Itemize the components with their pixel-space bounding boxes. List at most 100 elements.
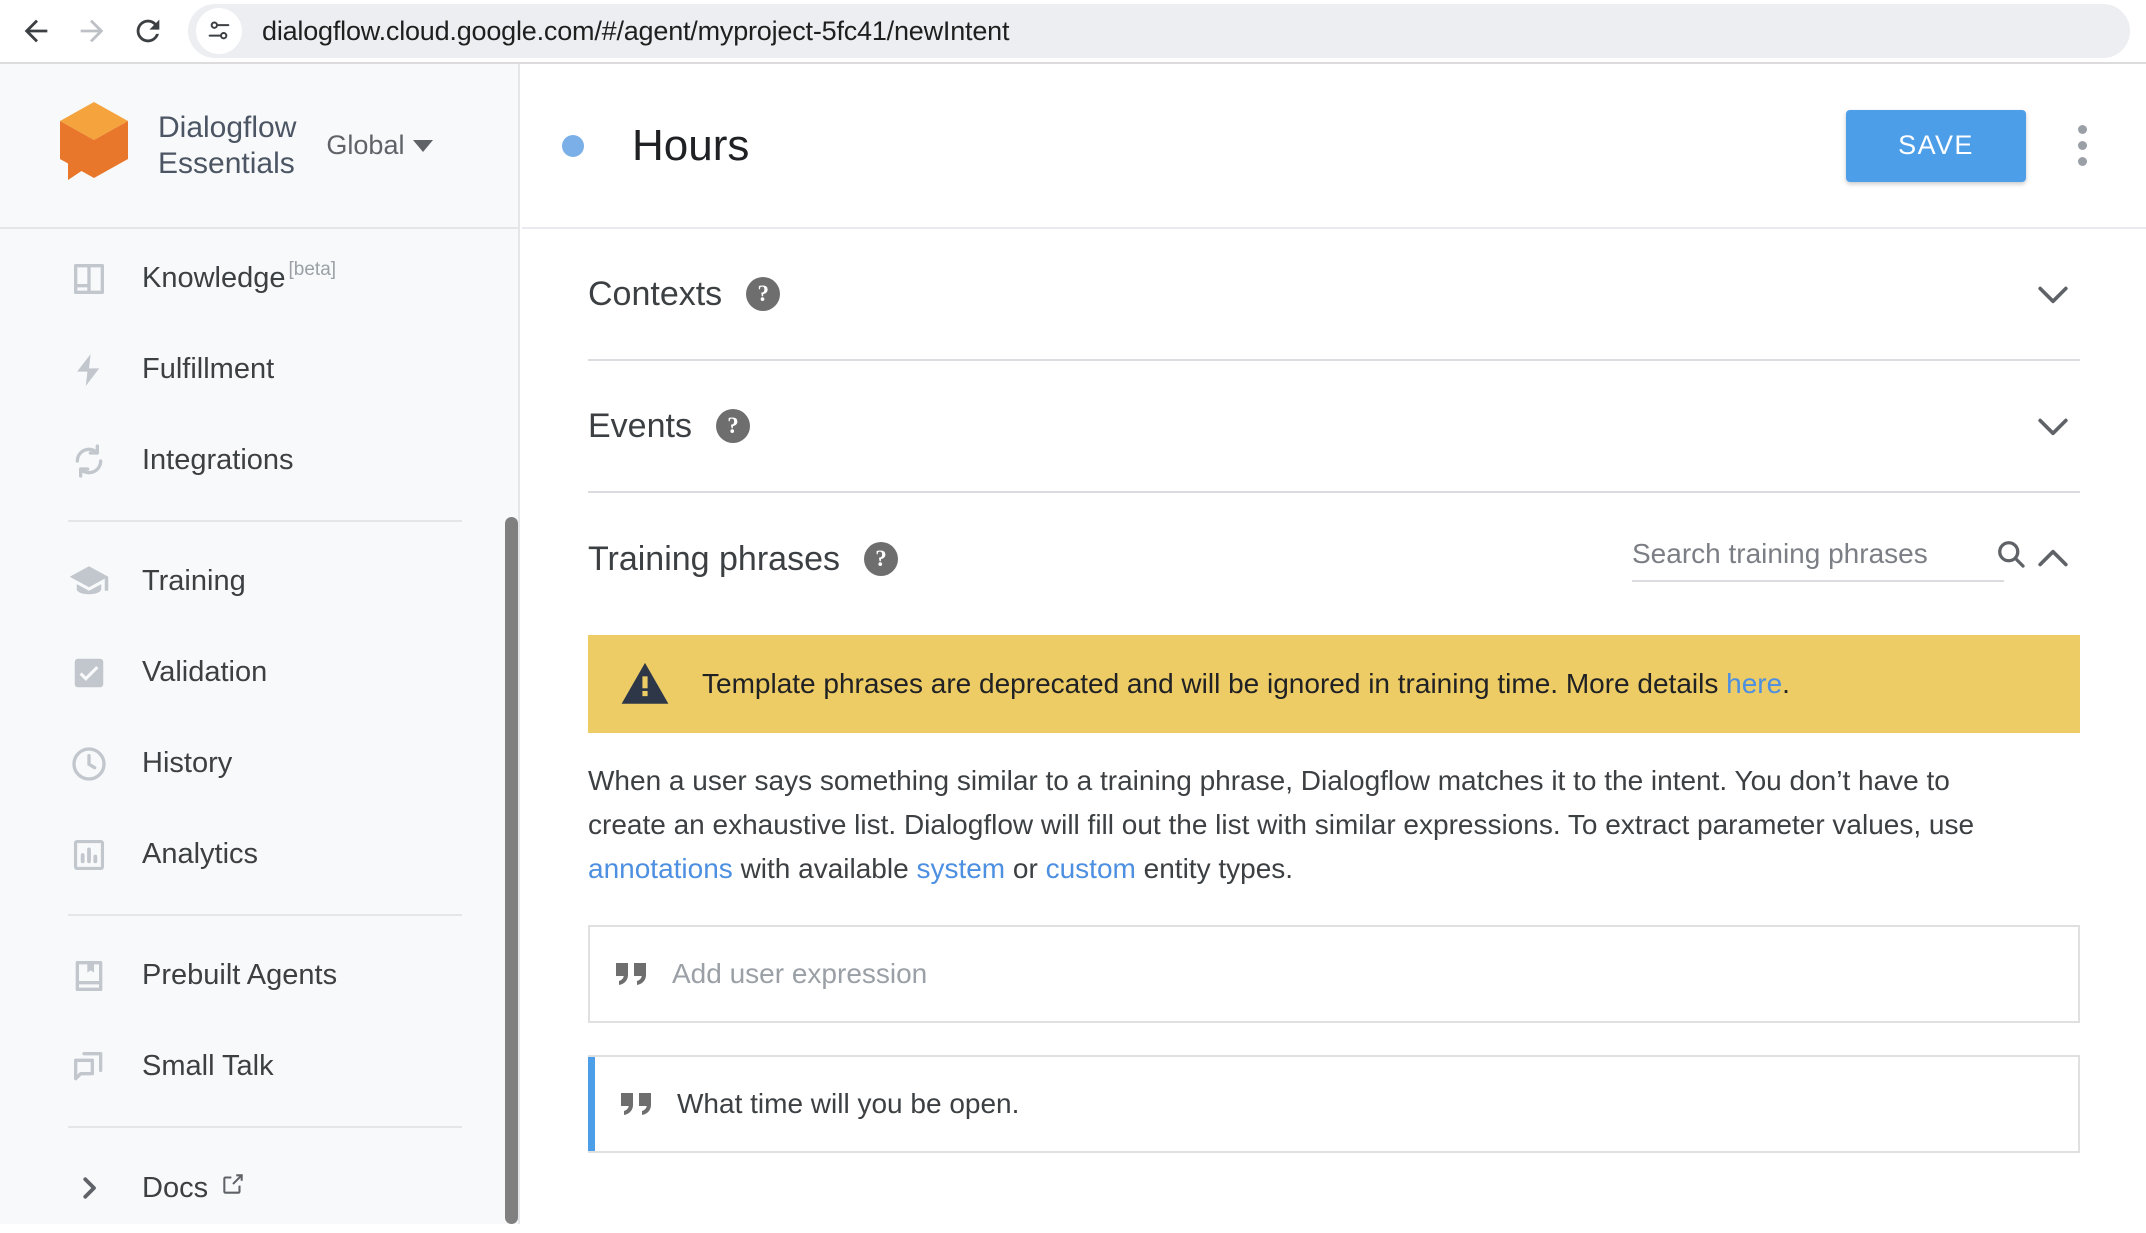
sidebar-divider: [68, 1126, 462, 1128]
add-user-expression-placeholder: Add user expression: [672, 958, 927, 990]
region-label: Global: [326, 130, 404, 161]
training-phrases-description: When a user says something similar to a …: [588, 759, 2018, 891]
sidebar-item-fulfillment[interactable]: Fulfillment: [0, 324, 518, 415]
search-icon[interactable]: [1993, 536, 2029, 572]
sidebar-item-label: Analytics: [142, 838, 258, 871]
back-arrow-icon: [19, 14, 53, 48]
sidebar-item-docs[interactable]: Docs: [0, 1142, 518, 1233]
section-contexts[interactable]: Contexts ?: [588, 229, 2080, 361]
warning-text-after: .: [1782, 668, 1790, 699]
sidebar-item-label: History: [142, 747, 232, 780]
region-selector[interactable]: Global: [326, 130, 433, 161]
sync-icon: [68, 440, 110, 482]
intent-header: Hours SAVE: [522, 64, 2146, 229]
section-title: Contexts: [588, 275, 722, 314]
intent-content: Contexts ? Events ? Training phrases ?: [522, 229, 2146, 1153]
address-bar[interactable]: dialogflow.cloud.google.com/#/agent/mypr…: [188, 4, 2130, 58]
bar-chart-icon: [68, 834, 110, 876]
sidebar-item-integrations[interactable]: Integrations: [0, 415, 518, 506]
help-icon[interactable]: ?: [864, 542, 898, 576]
external-link-icon: [220, 1171, 246, 1197]
url-text: dialogflow.cloud.google.com/#/agent/mypr…: [262, 16, 1009, 47]
warning-text-before: Template phrases are deprecated and will…: [702, 668, 1726, 699]
sidebar-divider: [68, 914, 462, 916]
chevron-down-icon[interactable]: [2026, 399, 2080, 453]
brand-header[interactable]: Dialogflow Essentials Global: [0, 64, 518, 229]
sidebar-label-text: Docs: [142, 1172, 208, 1205]
dialogflow-logo-icon: [56, 100, 132, 192]
sidebar-item-label: Small Talk: [142, 1050, 274, 1083]
tune-sliders-icon: [205, 17, 233, 45]
sidebar-item-label: Integrations: [142, 444, 294, 477]
section-events[interactable]: Events ?: [588, 361, 2080, 493]
quote-icon: [614, 959, 658, 989]
graduation-cap-icon: [68, 561, 110, 603]
checkbox-icon: [68, 652, 110, 694]
sidebar-item-label: Validation: [142, 656, 267, 689]
sidebar-item-label: Knowledge [beta]: [142, 262, 336, 295]
sidebar-nav: Knowledge [beta] Fulfillment Integration: [0, 229, 518, 1233]
sidebar-item-prebuilt-agents[interactable]: Prebuilt Agents: [0, 930, 518, 1021]
warning-triangle-icon: [618, 657, 672, 711]
chevron-down-icon: [413, 140, 433, 152]
site-settings-button[interactable]: [196, 8, 242, 54]
reload-button[interactable]: [120, 3, 176, 59]
sidebar-item-label: Fulfillment: [142, 353, 274, 386]
save-button[interactable]: SAVE: [1846, 110, 2026, 182]
bolt-icon: [68, 349, 110, 391]
sidebar-item-label: Docs: [142, 1171, 246, 1205]
phrase-accent-bar: [588, 1057, 595, 1151]
chevron-up-icon[interactable]: [2026, 532, 2080, 586]
kebab-dot: [2078, 157, 2087, 166]
sidebar-item-history[interactable]: History: [0, 718, 518, 809]
section-title: Training phrases: [588, 540, 840, 579]
sidebar-label-text: Knowledge: [142, 262, 286, 295]
warning-text: Template phrases are deprecated and will…: [702, 668, 1790, 700]
desc-part-1: When a user says something similar to a …: [588, 765, 1974, 840]
chevron-down-icon[interactable]: [2026, 267, 2080, 321]
more-options-icon[interactable]: [2048, 112, 2116, 180]
sidebar-item-label: Prebuilt Agents: [142, 959, 337, 992]
help-icon[interactable]: ?: [746, 277, 780, 311]
brand-name: Dialogflow Essentials: [158, 110, 296, 182]
sidebar-divider: [68, 520, 462, 522]
browser-toolbar: dialogflow.cloud.google.com/#/agent/mypr…: [0, 0, 2146, 62]
sidebar-item-analytics[interactable]: Analytics: [0, 809, 518, 900]
book-icon: [68, 258, 110, 300]
search-training-phrases[interactable]: [1632, 536, 2004, 582]
section-title: Events: [588, 407, 692, 446]
sidebar-item-small-talk[interactable]: Small Talk: [0, 1021, 518, 1112]
sidebar-item-knowledge[interactable]: Knowledge [beta]: [0, 233, 518, 324]
bookmark-book-icon: [68, 955, 110, 997]
chat-bubbles-icon: [68, 1046, 110, 1088]
main-panel: Hours SAVE Contexts ? Events: [522, 64, 2146, 1224]
beta-badge: [beta]: [289, 259, 337, 281]
help-icon[interactable]: ?: [716, 409, 750, 443]
status-dot-icon: [562, 135, 584, 157]
training-phrase-row[interactable]: What time will you be open.: [588, 1055, 2080, 1153]
search-input[interactable]: [1632, 538, 1993, 570]
custom-entities-link[interactable]: custom: [1046, 853, 1136, 884]
sidebar-item-training[interactable]: Training: [0, 536, 518, 627]
sidebar-scrollbar-thumb[interactable]: [505, 517, 518, 1224]
section-training-phrases: Training phrases ?: [588, 493, 2080, 625]
desc-part-3: or: [1005, 853, 1045, 884]
dialogflow-app: Dialogflow Essentials Global Knowledge […: [0, 64, 2146, 1224]
training-phrase-text: What time will you be open.: [677, 1088, 1019, 1120]
deprecation-warning-banner: Template phrases are deprecated and will…: [588, 635, 2080, 733]
reload-icon: [131, 14, 165, 48]
system-entities-link[interactable]: system: [916, 853, 1005, 884]
kebab-dot: [2078, 141, 2087, 150]
add-user-expression-row[interactable]: Add user expression: [588, 925, 2080, 1023]
chevron-right-icon: [68, 1167, 110, 1209]
sidebar-item-validation[interactable]: Validation: [0, 627, 518, 718]
annotations-link[interactable]: annotations: [588, 853, 733, 884]
warning-here-link[interactable]: here: [1726, 668, 1782, 699]
desc-part-4: entity types.: [1136, 853, 1293, 884]
forward-arrow-icon: [75, 14, 109, 48]
sidebar: Dialogflow Essentials Global Knowledge […: [0, 64, 520, 1224]
back-button[interactable]: [8, 3, 64, 59]
clock-icon: [68, 743, 110, 785]
forward-button[interactable]: [64, 3, 120, 59]
kebab-dot: [2078, 125, 2087, 134]
